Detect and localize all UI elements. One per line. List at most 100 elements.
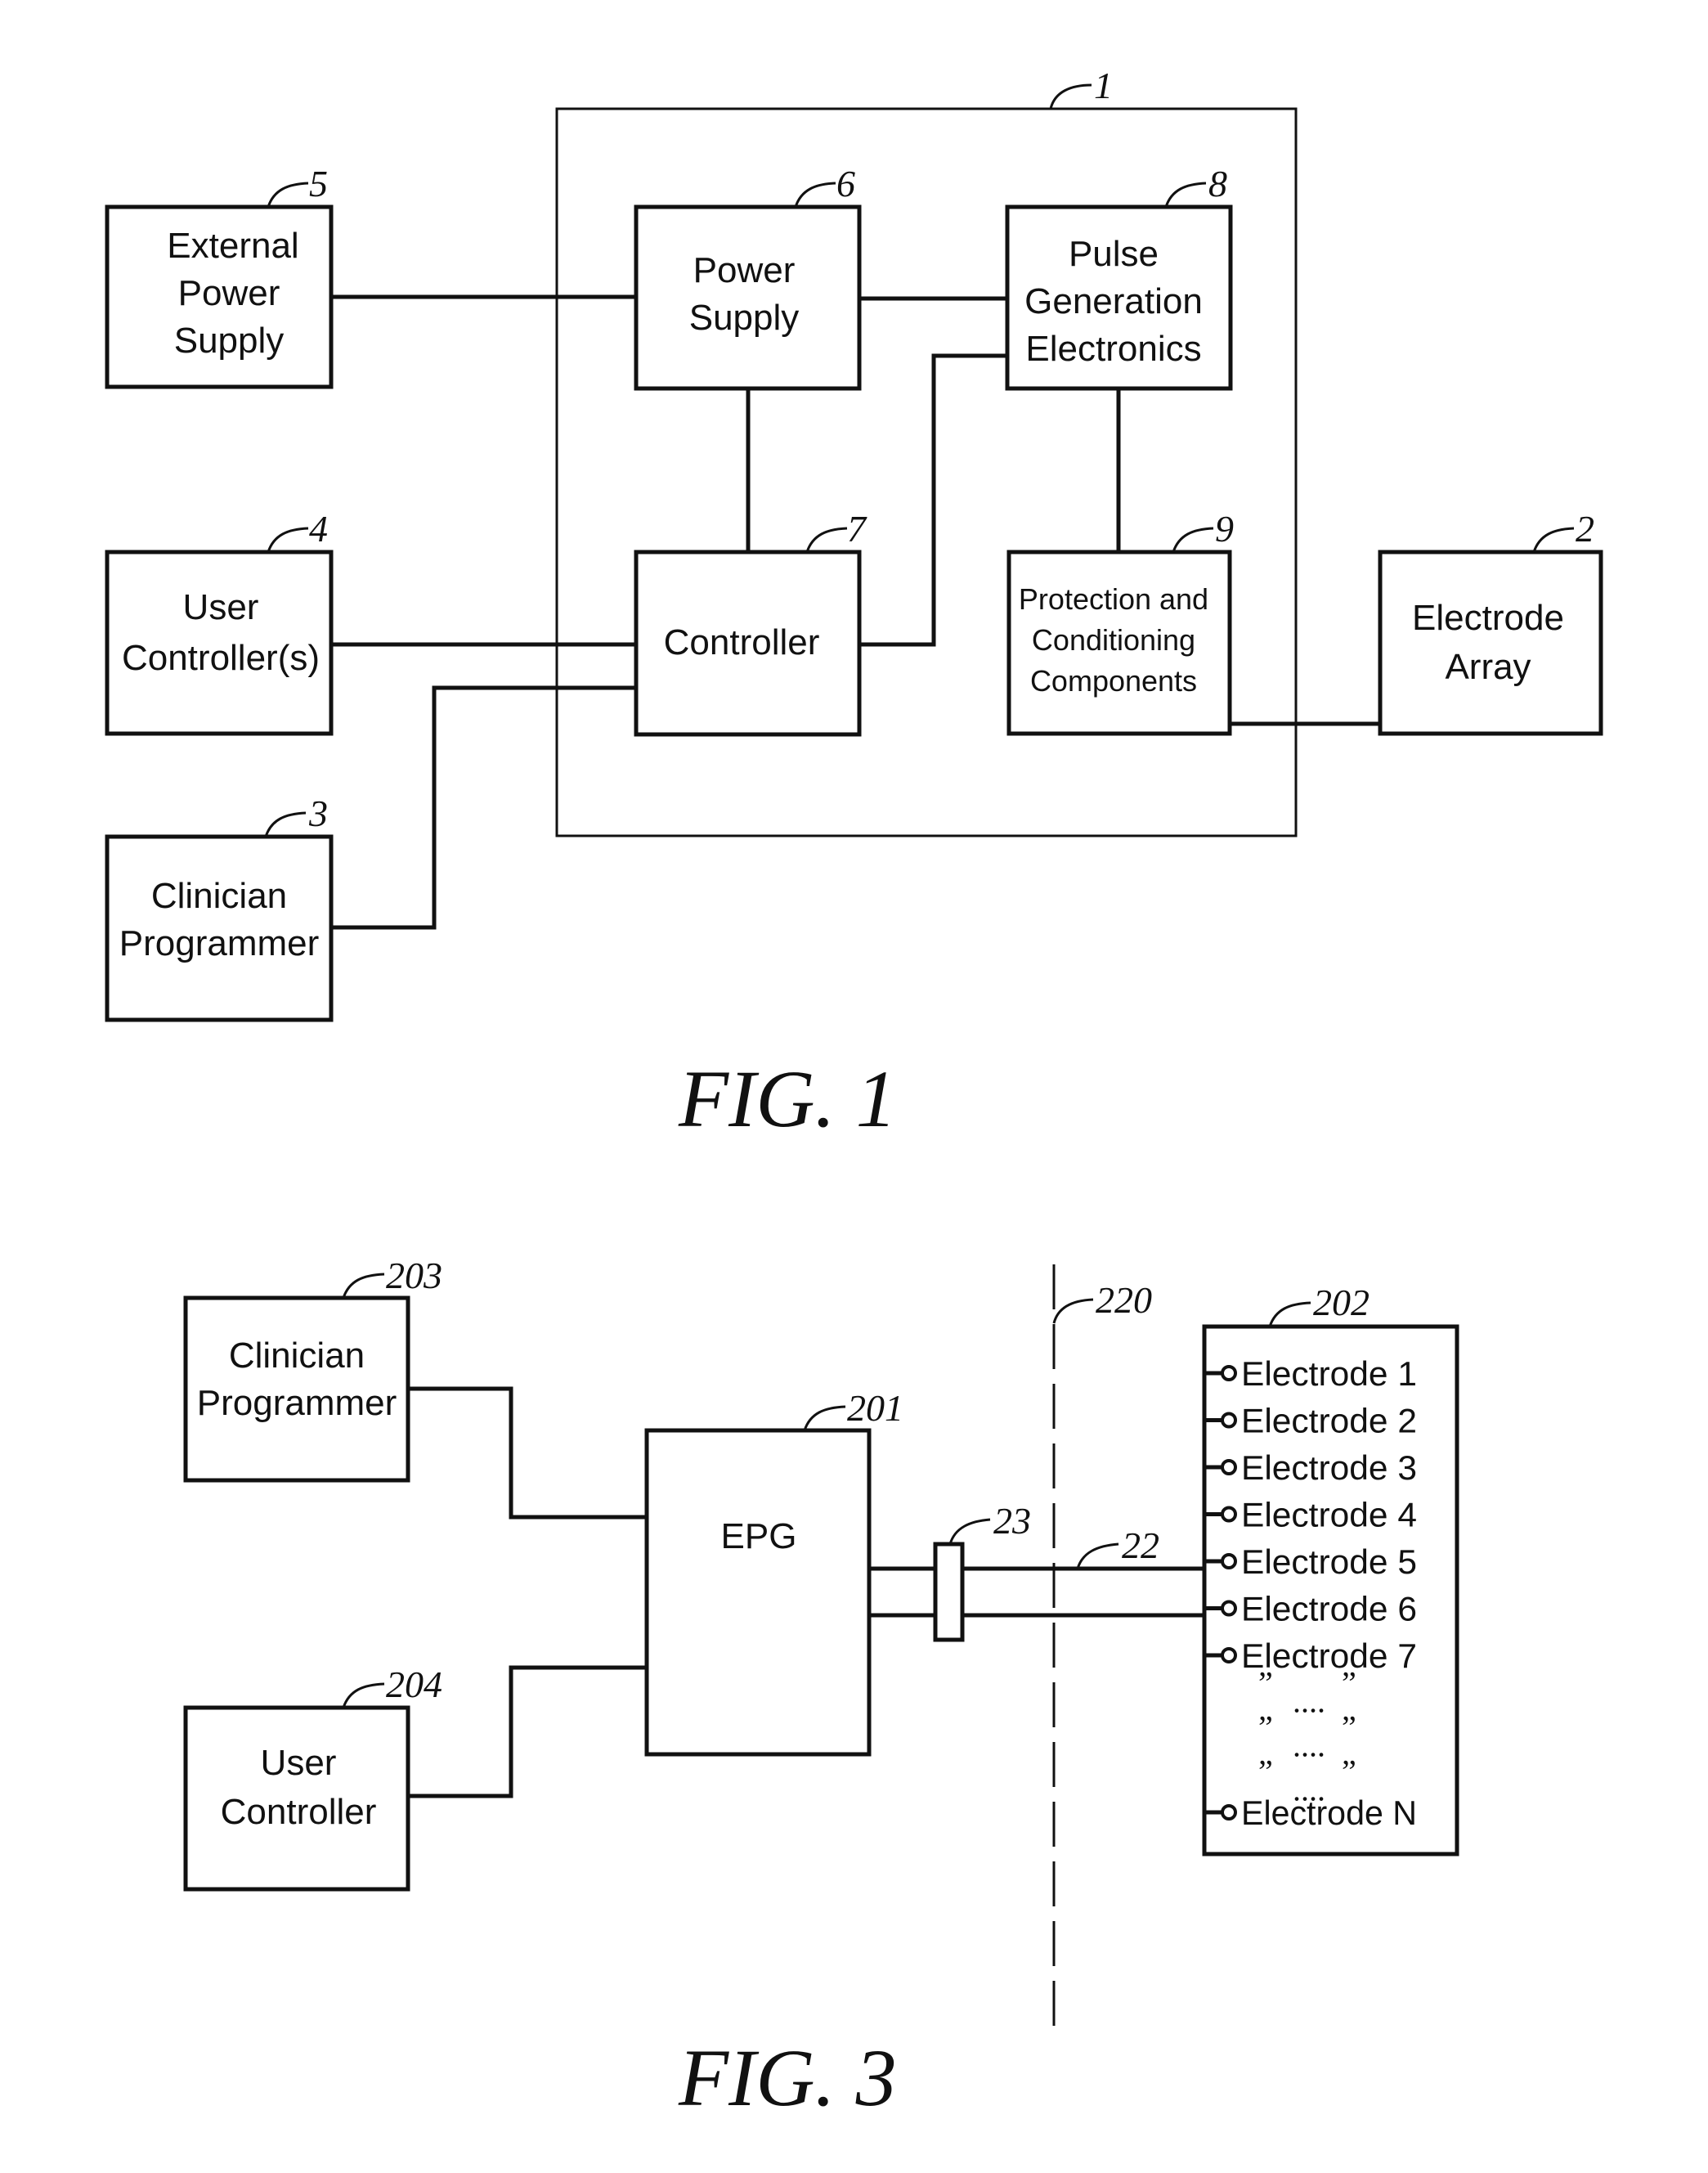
- figure-caption: FIG. 1: [678, 1053, 897, 1144]
- block-label: Protection and: [1019, 582, 1208, 616]
- wire-clinician-to-controller: [331, 685, 636, 930]
- electrode-label: Electrode 3: [1241, 1448, 1417, 1487]
- block-label: Controller: [221, 1792, 377, 1832]
- leader-line: [342, 1682, 385, 1708]
- block-label: Power: [178, 273, 280, 313]
- electrode-contact-icon: [1221, 1459, 1237, 1475]
- block-label: Electronics: [1025, 329, 1201, 369]
- electrode-contact-icon: [1221, 1412, 1237, 1429]
- wire-clinician-to-epg: [408, 1386, 647, 1520]
- leader-line: [1268, 1301, 1311, 1327]
- leader-line: [1049, 83, 1092, 110]
- block-label: User: [261, 1743, 337, 1783]
- block-clinician-programmer: Clinician Programmer 3: [105, 792, 334, 1022]
- patent-figure-sheet: 1 External Power Supply 5 Power Supply 6: [105, 65, 1603, 2123]
- block-protection-conditioning: Protection and Conditioning Components 9: [1006, 508, 1234, 736]
- block-label: Power: [693, 250, 796, 290]
- block-label: Controller: [664, 622, 820, 662]
- figure-caption: FIG. 3: [678, 2032, 897, 2123]
- leader-line: [264, 811, 307, 837]
- ref-label: 7: [847, 508, 867, 550]
- leader-line: [803, 1405, 846, 1431]
- electrode-label: Electrode 5: [1241, 1542, 1417, 1581]
- ref-label: 4: [309, 508, 328, 550]
- ditto-mark: ”: [1342, 1753, 1356, 1790]
- electrode-contact-icon: [1221, 1506, 1237, 1523]
- block-label: EPG: [721, 1516, 797, 1556]
- block-label: Clinician: [229, 1336, 365, 1376]
- ref-label: 5: [309, 163, 328, 204]
- block-electrode-array: Electrode Array 2: [1378, 508, 1603, 736]
- ref-label: 3: [308, 792, 328, 834]
- ref-label: 204: [386, 1663, 442, 1705]
- electrode-contact-icon: [1221, 1647, 1237, 1663]
- leader-line: [794, 182, 836, 208]
- fig3-diagram: 220 23 22 Clinician Programmer 203 EPG 2…: [183, 1255, 1459, 2123]
- leader-line: [1164, 182, 1207, 208]
- electrode-contact-icon: [1221, 1553, 1237, 1569]
- block-external-power-supply: External Power Supply 5: [105, 163, 334, 389]
- block-label: Generation: [1024, 281, 1203, 321]
- electrode-label: Electrode 1: [1241, 1354, 1417, 1393]
- block-label: External: [167, 226, 298, 266]
- ref-label: 23: [993, 1500, 1031, 1542]
- ditto-mark: ”: [1342, 1665, 1356, 1702]
- ref-label: 203: [386, 1255, 442, 1296]
- block-epg: EPG 201: [644, 1387, 903, 1757]
- ref-label: 9: [1215, 508, 1234, 550]
- block-label: Supply: [174, 321, 285, 361]
- ditto-mark: ”: [1258, 1709, 1273, 1746]
- leader-line: [267, 182, 309, 208]
- ref-label: 22: [1122, 1524, 1159, 1566]
- block-label: Components: [1030, 664, 1197, 698]
- block-clinician-programmer-203: Clinician Programmer 203: [183, 1255, 442, 1483]
- block-user-controllers: User Controller(s) 4: [105, 508, 334, 736]
- block-pulse-generation-electronics: Pulse Generation Electronics 8: [1005, 163, 1233, 391]
- leader-line: [805, 527, 848, 553]
- ref-label: 1: [1094, 65, 1113, 106]
- electrode-label: Electrode N: [1241, 1794, 1417, 1832]
- block-controller: Controller 7: [634, 508, 867, 737]
- block-electrode-lead: 202 Electrode 1 Electrode 2 Electrode 3 Ele…: [1202, 1282, 1459, 1856]
- block-power-supply: Power Supply 6: [634, 163, 862, 391]
- block-label: Controller(s): [122, 638, 320, 678]
- ditto-mark: ”: [1258, 1753, 1273, 1790]
- electrode-contact-icon: [1221, 1600, 1237, 1617]
- ref-label: 202: [1313, 1282, 1370, 1323]
- block-label: Conditioning: [1032, 623, 1195, 657]
- block-label: Electrode: [1412, 598, 1564, 638]
- ellipsis-mark: ....: [1293, 1727, 1325, 1764]
- ellipsis-mark: ....: [1293, 1683, 1325, 1720]
- ref-label: 8: [1208, 163, 1227, 204]
- block-label: Supply: [689, 298, 800, 338]
- wire-controller-to-pulse: [859, 353, 1007, 647]
- ditto-mark: ”: [1342, 1709, 1356, 1746]
- block-label: Array: [1445, 647, 1531, 687]
- electrode-label: Electrode 6: [1241, 1590, 1417, 1628]
- fig1-diagram: 1 External Power Supply 5 Power Supply 6: [105, 65, 1603, 1144]
- ditto-mark: ”: [1258, 1665, 1273, 1702]
- block-user-controller-204: User Controller 204: [183, 1663, 442, 1892]
- electrode-label: Electrode 2: [1241, 1402, 1417, 1440]
- block-label: Pulse: [1069, 234, 1159, 274]
- lead-connector: [933, 1542, 965, 1642]
- leader-line: [1076, 1542, 1119, 1569]
- block-label: Programmer: [119, 923, 320, 963]
- leader-line: [1532, 527, 1575, 553]
- ref-label: 220: [1096, 1279, 1152, 1321]
- electrode-contact-icon: [1221, 1365, 1237, 1381]
- block-label: Programmer: [197, 1383, 397, 1423]
- block-label: Clinician: [151, 876, 287, 916]
- ref-label: 6: [836, 163, 855, 204]
- ref-label: 2: [1576, 508, 1594, 550]
- wire-user-to-epg: [408, 1665, 647, 1798]
- leader-line: [342, 1273, 385, 1299]
- ref-label: 201: [847, 1387, 903, 1429]
- block-label: User: [183, 587, 259, 627]
- leader-line: [1172, 527, 1214, 553]
- electrode-label: Electrode 4: [1241, 1496, 1417, 1534]
- leader-line: [1052, 1298, 1094, 1324]
- leader-line: [267, 527, 309, 553]
- leader-line: [948, 1518, 991, 1545]
- electrode-contact-icon: [1221, 1804, 1237, 1821]
